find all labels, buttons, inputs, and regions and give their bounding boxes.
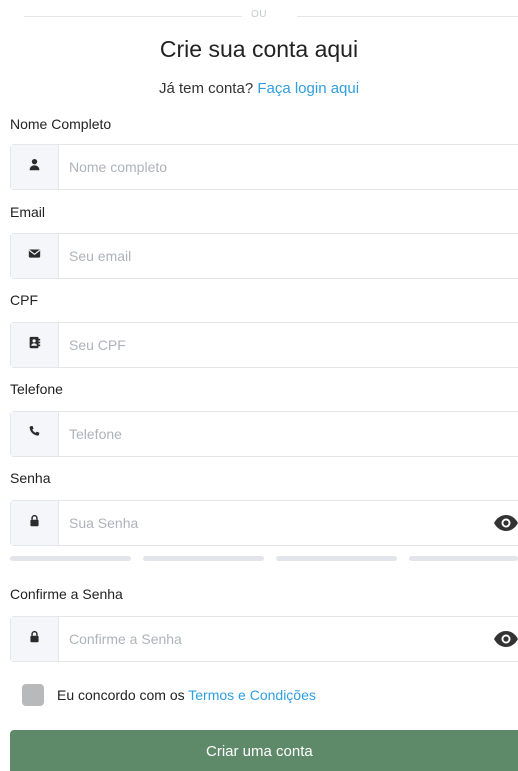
signup-page: OU Crie sua conta aqui Já tem conta? Faç… (0, 0, 518, 771)
password-addon (11, 501, 59, 545)
phone-input[interactable] (69, 412, 489, 456)
cpf-input[interactable] (69, 323, 489, 367)
password-strength-segment (409, 556, 518, 561)
lock-icon (28, 514, 41, 532)
cpf-addon (11, 323, 59, 367)
page-title: Crie sua conta aqui (159, 36, 359, 62)
lock-icon (28, 630, 41, 648)
password-strength-segment (143, 556, 264, 561)
terms-text: Eu concordo com os Termos e Condições (57, 687, 316, 703)
terms-row: Eu concordo com os Termos e Condições (22, 684, 316, 706)
password-strength-segment (10, 556, 131, 561)
divider-line-left (24, 16, 242, 17)
login-prompt: Já tem conta? Faça login aqui (0, 80, 518, 97)
login-link[interactable]: Faça login aqui (257, 80, 359, 97)
email-addon (11, 234, 59, 278)
email-input[interactable] (69, 234, 489, 278)
email-label: Email (10, 204, 46, 220)
confirm-password-group (10, 616, 518, 662)
terms-link[interactable]: Termos e Condições (188, 687, 316, 703)
full-name-label: Nome Completo (10, 116, 112, 132)
password-input[interactable] (69, 501, 489, 545)
confirm-password-label: Confirme a Senha (10, 586, 123, 602)
user-icon (28, 158, 41, 176)
divider-line-right (297, 16, 518, 17)
address-book-icon (28, 336, 41, 354)
login-prompt-text: Já tem conta? (158, 80, 254, 97)
eye-icon[interactable] (493, 629, 518, 649)
confirm-password-addon (11, 617, 59, 661)
email-group (10, 233, 518, 279)
create-account-button[interactable]: Criar uma conta (10, 730, 518, 771)
full-name-input[interactable] (69, 145, 489, 189)
password-group (10, 500, 518, 546)
envelope-icon (28, 247, 41, 265)
password-label: Senha (10, 470, 51, 486)
phone-icon (28, 425, 41, 443)
terms-prefix: Eu concordo com os (57, 687, 185, 703)
cpf-group (10, 322, 518, 368)
terms-checkbox[interactable] (22, 684, 44, 706)
cpf-label: CPF (10, 292, 38, 308)
phone-label: Telefone (10, 381, 63, 397)
full-name-group (10, 144, 518, 190)
phone-addon (11, 412, 59, 456)
phone-group (10, 411, 518, 457)
eye-icon[interactable] (493, 513, 518, 533)
full-name-addon (11, 145, 59, 189)
confirm-password-input[interactable] (69, 617, 489, 661)
password-strength-segment (276, 556, 397, 561)
or-divider: OU (0, 8, 518, 24)
divider-text: OU (251, 9, 267, 20)
